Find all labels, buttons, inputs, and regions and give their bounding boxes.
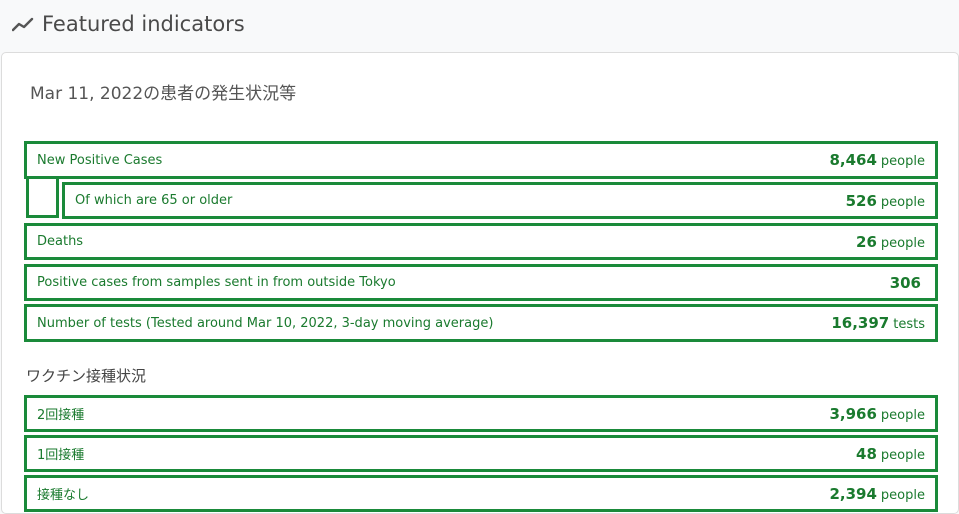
deaths-row: Deaths 26 people (24, 223, 938, 260)
row-label: Of which are 65 or older (75, 193, 233, 208)
row-unit: people (880, 235, 925, 251)
outside-tokyo-row: Positive cases from samples sent in from… (24, 264, 938, 301)
trend-line-icon (12, 17, 34, 32)
row-label: Number of tests (Tested around Mar 10, 2… (37, 315, 494, 331)
row-label: Deaths (37, 234, 84, 249)
indicator-card: Mar 11, 2022の患者の発生状況等 New Positive Cases… (1, 52, 959, 514)
row-unit: people (880, 154, 925, 169)
row-value: 8,464 (829, 151, 877, 169)
section-header: Featured indicators (12, 12, 245, 36)
vaccination-none-row: 接種なし 2,394 people (24, 475, 938, 512)
row-value: 3,966 (829, 404, 877, 423)
date-title: Mar 11, 2022の患者の発生状況等 (30, 84, 297, 104)
section-title: Featured indicators (42, 12, 245, 36)
row-value: 306 (889, 273, 921, 292)
row-value: 26 (856, 232, 877, 251)
row-value: 16,397 (831, 314, 890, 332)
row-unit: people (880, 447, 925, 463)
row-unit: people (880, 487, 925, 503)
vaccination-heading: ワクチン接種状況 (26, 367, 147, 385)
vaccination-two-doses-row: 2回接種 3,966 people (24, 395, 938, 432)
row-unit: people (880, 194, 925, 210)
row-label: 接種なし (37, 488, 90, 503)
row-label: 1回接種 (37, 448, 85, 463)
over-65-row: Of which are 65 or older 526 people (62, 182, 938, 219)
row-unit: people (880, 407, 925, 423)
tests-row: Number of tests (Tested around Mar 10, 2… (24, 304, 938, 342)
vaccination-one-dose-row: 1回接種 48 people (24, 435, 938, 472)
row-value: 526 (845, 191, 877, 210)
row-value: 48 (856, 444, 877, 463)
row-label: 2回接種 (37, 408, 85, 423)
row-unit: tests (893, 317, 925, 332)
row-label: New Positive Cases (37, 152, 163, 168)
sub-row-connector (26, 177, 59, 218)
new-positive-cases-row: New Positive Cases 8,464 people (24, 141, 938, 179)
row-label: Positive cases from samples sent in from… (37, 275, 396, 290)
